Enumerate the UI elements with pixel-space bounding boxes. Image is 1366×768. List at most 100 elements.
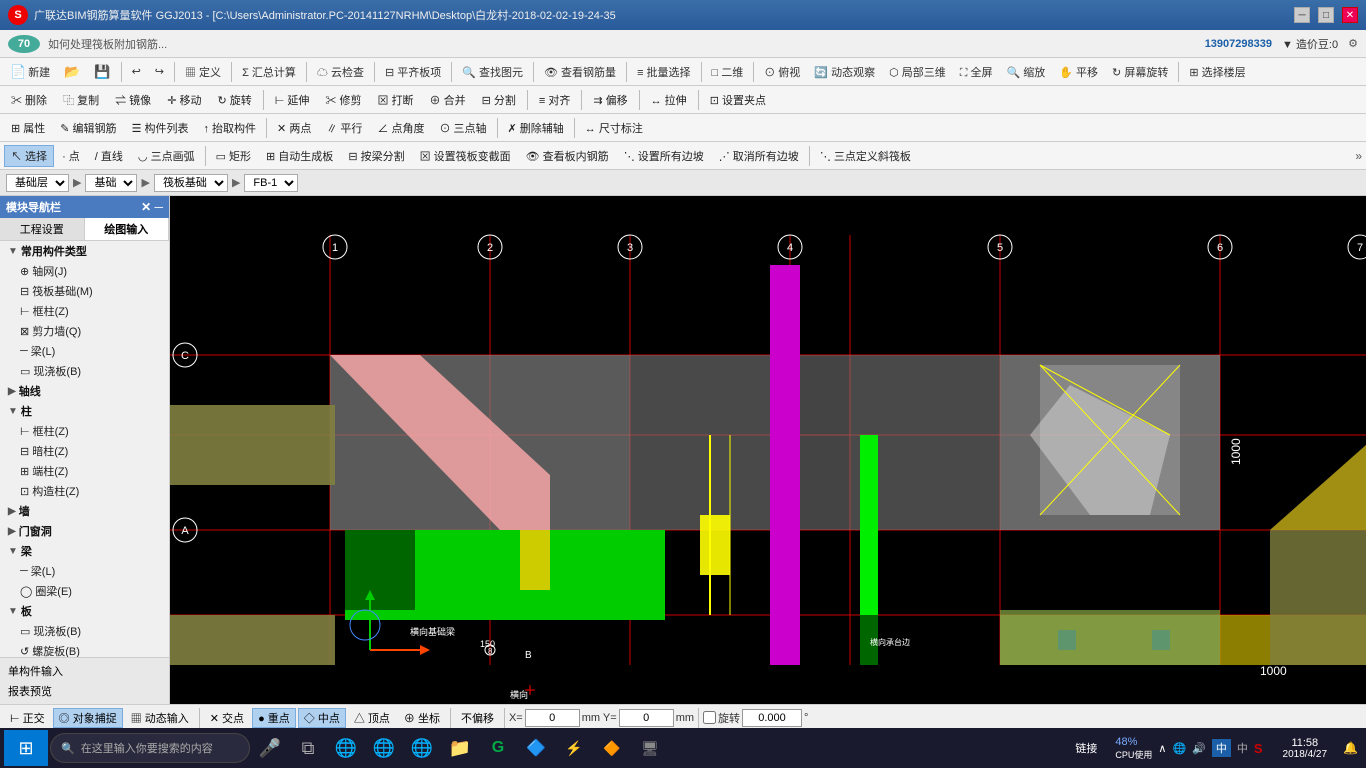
cancel-all-slope-button[interactable]: ⋰ 取消所有边坡 <box>712 145 806 167</box>
tree-item-shear-wall[interactable]: ⊠ 剪力墙(Q) <box>0 321 169 341</box>
snap-vertex[interactable]: △ 顶点 <box>348 708 396 728</box>
rect-tool-button[interactable]: ▭ 矩形 <box>209 145 258 167</box>
two-point-button[interactable]: ✕ 两点 <box>270 117 318 139</box>
define-button[interactable]: ▦ 定义 <box>179 61 227 83</box>
volume-icon[interactable]: 🔊 <box>1192 742 1206 755</box>
maximize-button[interactable]: □ <box>1318 7 1334 23</box>
tree-group-col[interactable]: ▼ 柱 <box>0 401 169 421</box>
tree-item-end-col[interactable]: ⊞ 端柱(Z) <box>0 461 169 481</box>
fullscreen-button[interactable]: ⛶ 全屏 <box>954 61 999 83</box>
local-3d-button[interactable]: ⬡ 局部三维 <box>883 61 952 83</box>
dynamic-view-button[interactable]: 🔄 动态观察 <box>808 61 881 83</box>
snap-object[interactable]: ◎ 对象捕捉 <box>53 708 123 728</box>
line-tool-button[interactable]: / 直线 <box>88 145 130 167</box>
sidebar-close-icon[interactable]: ✕ ─ <box>141 200 163 214</box>
rotate-button[interactable]: ↻ 旋转 <box>210 89 258 111</box>
tree-group-beam[interactable]: ▼ 梁 <box>0 541 169 561</box>
taskbar-app-5[interactable]: 🖥 <box>632 730 668 766</box>
parallel-button[interactable]: ∥ 平行 <box>319 117 369 139</box>
set-cross-section-button[interactable]: ⊠ 设置筏板变截面 <box>413 145 518 167</box>
rotate-screen-button[interactable]: ↻ 屏幕旋转 <box>1106 61 1174 83</box>
clamp-button[interactable]: ⊡ 设置夹点 <box>703 89 773 111</box>
point-tool-button[interactable]: · 点 <box>55 145 87 167</box>
merge-button[interactable]: ⊕ 合并 <box>423 89 473 111</box>
x-input[interactable] <box>525 709 580 727</box>
taskbar-app-edge[interactable]: 🌐 <box>328 730 364 766</box>
base-layer-dropdown[interactable]: 基础层 <box>6 174 69 192</box>
sidebar-tab-project-settings[interactable]: 工程设置 <box>0 218 85 240</box>
taskbar-app-greend[interactable]: 🔷 <box>518 730 554 766</box>
foundation-dropdown[interactable]: 基础 <box>85 174 137 192</box>
cloud-check-button[interactable]: ☁ 云检查 <box>311 61 370 83</box>
no-offset[interactable]: 不偏移 <box>455 708 500 728</box>
tree-item-beam[interactable]: ─ 梁(L) <box>0 341 169 361</box>
2d-button[interactable]: □ 二维 <box>706 61 750 83</box>
taskbar-mic-icon[interactable]: 🎤 <box>252 730 288 766</box>
tree-group-slab[interactable]: ▼ 板 <box>0 601 169 621</box>
dimension-button[interactable]: ↔ 尺寸标注 <box>578 117 650 139</box>
copy-button[interactable]: ⿻ 复制 <box>56 89 106 111</box>
arc-tool-button[interactable]: ◡ 三点画弧 <box>131 145 202 167</box>
tree-item-axis[interactable]: ⊕ 轴网(J) <box>0 261 169 281</box>
pickup-button[interactable]: ↑ 抬取构件 <box>196 117 263 139</box>
view-slab-rebar-button[interactable]: 👁 查看板内钢筋 <box>519 145 616 167</box>
clock[interactable]: 11:58 2018/4/27 <box>1275 737 1336 760</box>
view-rebar-button[interactable]: 👁 查看钢筋量 <box>538 61 622 83</box>
tree-item-cast-slab2[interactable]: ▭ 现浇板(B) <box>0 621 169 641</box>
break-button[interactable]: ⊠ 打断 <box>370 89 420 111</box>
tree-item-raft-foundation-common[interactable]: ⊟ 筏板基础(M) <box>0 281 169 301</box>
tree-item-ring-beam[interactable]: ◯ 圈梁(E) <box>0 581 169 601</box>
stretch-button[interactable]: ↔ 拉伸 <box>644 89 694 111</box>
tree-group-axis[interactable]: ▶ 轴线 <box>0 381 169 401</box>
snap-midpoint[interactable]: ◇ 中点 <box>298 708 346 728</box>
tree-item-cast-slab[interactable]: ▭ 现浇板(B) <box>0 361 169 381</box>
three-point-axis-button[interactable]: ⊙ 三点轴 <box>432 117 493 139</box>
tree-group-door-window[interactable]: ▶ 门窗洞 <box>0 521 169 541</box>
move-button[interactable]: ✛ 移动 <box>160 89 208 111</box>
auto-slab-button[interactable]: ⊞ 自动生成板 <box>259 145 340 167</box>
taskbar-app-ie[interactable]: 🌐 <box>366 730 402 766</box>
y-input[interactable] <box>619 709 674 727</box>
split-button[interactable]: ⊟ 分割 <box>475 89 523 111</box>
save-button[interactable]: 💾 <box>88 61 116 83</box>
point-angle-button[interactable]: ∠ 点角度 <box>370 117 431 139</box>
tree-item-frame-col2[interactable]: ⊢ 框柱(Z) <box>0 421 169 441</box>
single-component-input[interactable]: 单构件输入 <box>4 661 165 681</box>
lang-indicator[interactable]: 中 <box>1212 739 1231 757</box>
tree-item-hidden-col[interactable]: ⊟ 暗柱(Z) <box>0 441 169 461</box>
align-button[interactable]: ⊟ 平齐板项 <box>379 61 447 83</box>
redo-button[interactable]: ↪ <box>149 62 170 81</box>
tree-item-beam2[interactable]: ─ 梁(L) <box>0 561 169 581</box>
split-by-beam-button[interactable]: ⊟ 按梁分割 <box>341 145 411 167</box>
align-edit-button[interactable]: ≡ 对齐 <box>532 89 577 111</box>
pan-button[interactable]: ✋ 平移 <box>1053 61 1104 83</box>
extend-button[interactable]: ⊢ 延伸 <box>268 89 317 111</box>
tree-item-spiral-slab[interactable]: ↺ 螺旋板(B) <box>0 641 169 657</box>
select-tool-button[interactable]: ↖ 选择 <box>4 145 54 167</box>
report-preview[interactable]: 报表预览 <box>4 681 165 701</box>
fb1-dropdown[interactable]: FB-1 <box>244 174 298 192</box>
zoom-button[interactable]: 🔍 缩放 <box>1001 61 1052 83</box>
settings-icon[interactable]: ⚙ <box>1348 37 1358 50</box>
define-slope-button[interactable]: ⋱ 三点定义斜筏板 <box>813 145 918 167</box>
snap-orthogonal[interactable]: ⊢ 正交 <box>4 708 51 728</box>
trim-button[interactable]: ✂ 修剪 <box>318 89 368 111</box>
ime-indicator[interactable]: 中 <box>1237 740 1248 756</box>
tree-item-struct-col[interactable]: ⊡ 构造柱(Z) <box>0 481 169 501</box>
minimize-button[interactable]: ─ <box>1294 7 1310 23</box>
snap-coords[interactable]: ⊕ 坐标 <box>398 708 446 728</box>
taskbar-app-g[interactable]: G <box>480 730 516 766</box>
taskbar-app-4[interactable]: 🔶 <box>594 730 630 766</box>
component-list-button[interactable]: ☰ 构件列表 <box>125 117 196 139</box>
delete-axis-button[interactable]: ✗ 删除辅轴 <box>501 117 571 139</box>
mirror-button[interactable]: ⇌ 镜像 <box>108 89 158 111</box>
snap-endpoint[interactable]: ● 重点 <box>252 708 296 728</box>
top-view-button[interactable]: ⊙ 俯视 <box>758 61 806 83</box>
taskbar-task-view[interactable]: ⧉ <box>290 730 326 766</box>
snap-intersection[interactable]: ✕ 交点 <box>204 708 250 728</box>
batch-select-button[interactable]: ≡ 批量选择 <box>631 61 696 83</box>
find-button[interactable]: 🔍 查找图元 <box>456 61 529 83</box>
set-all-slope-button[interactable]: ⋱ 设置所有边坡 <box>617 145 711 167</box>
taskbar-app-folder[interactable]: 📁 <box>442 730 478 766</box>
rotate-checkbox[interactable] <box>703 711 716 724</box>
